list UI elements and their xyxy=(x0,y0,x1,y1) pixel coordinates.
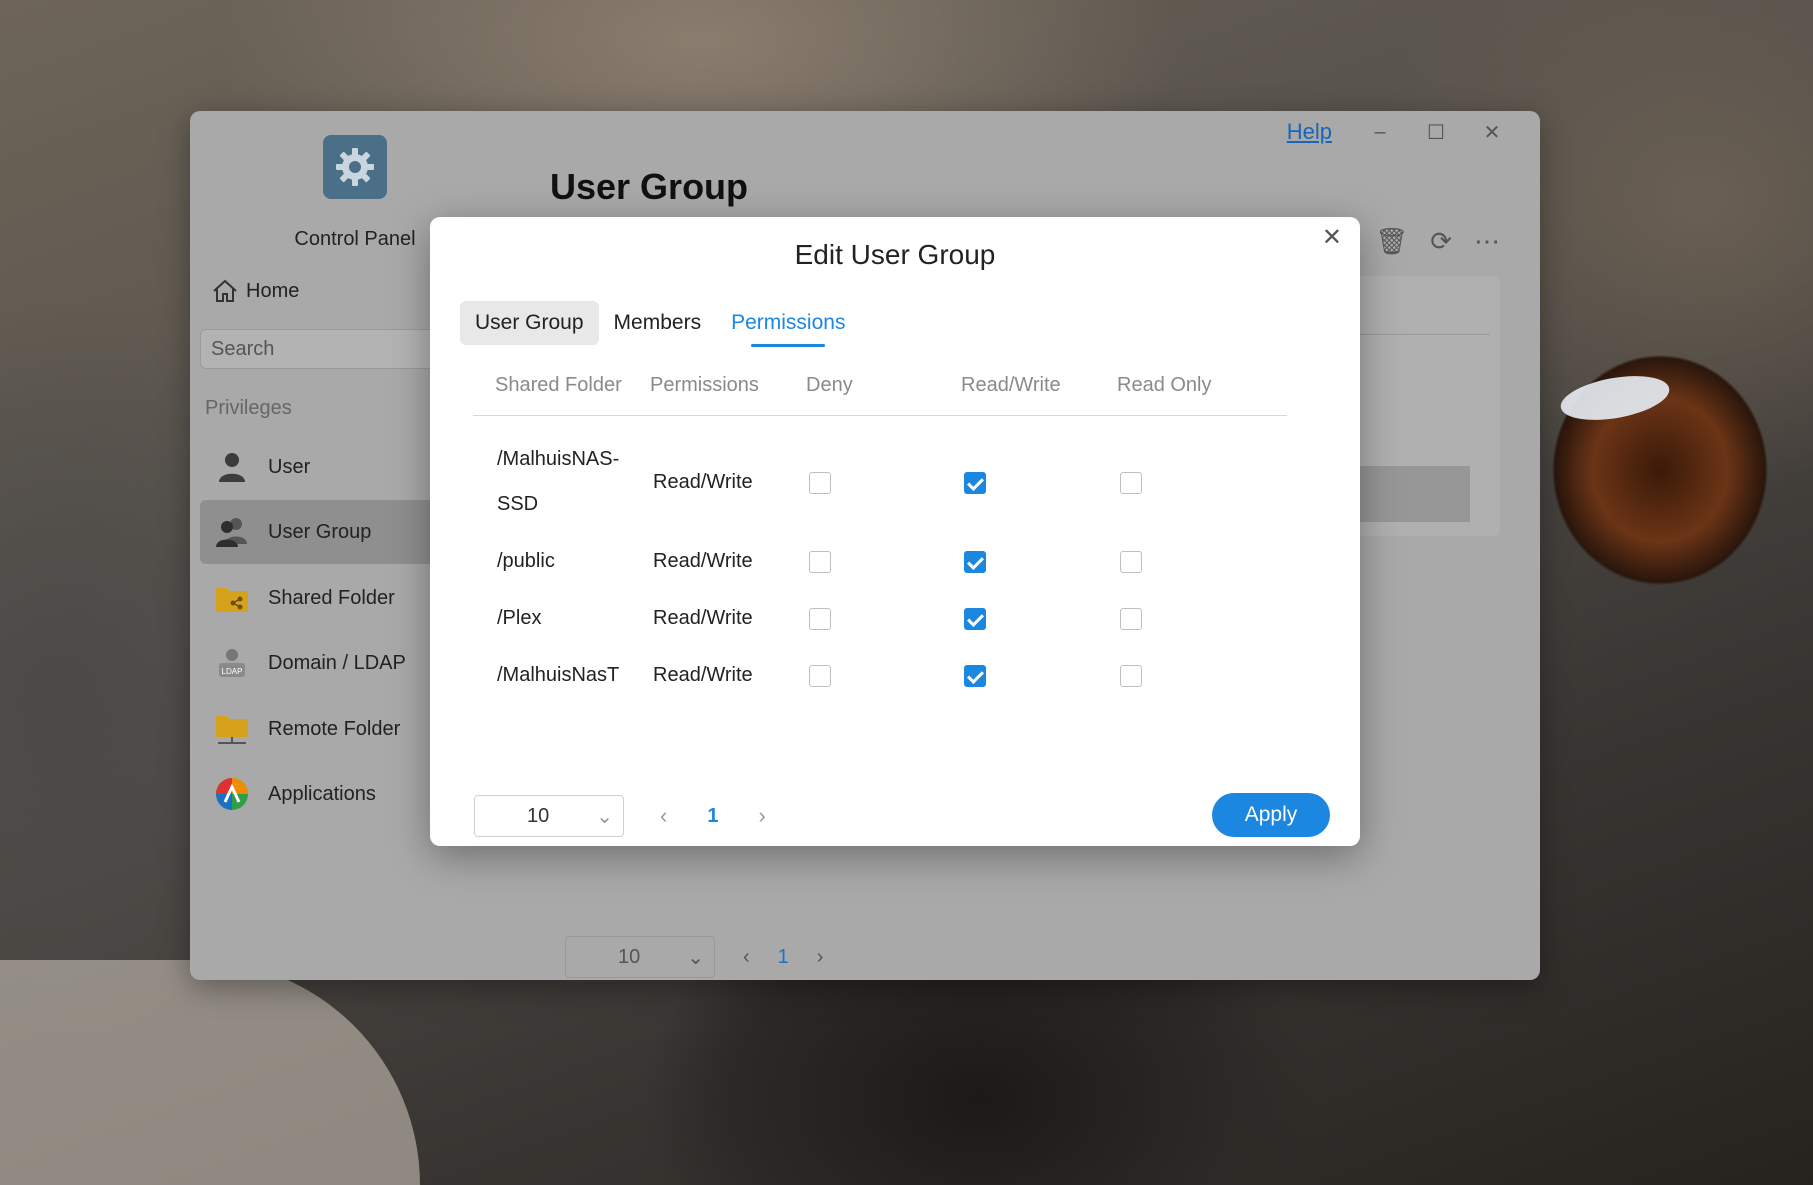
apply-button[interactable]: Apply xyxy=(1212,793,1330,837)
column-header-shared-folder: Shared Folder xyxy=(495,374,622,396)
chevron-down-icon: ⌄ xyxy=(687,946,704,969)
dialog-close-icon[interactable]: ✕ xyxy=(1322,223,1342,252)
prev-page-icon[interactable]: ‹ xyxy=(660,803,667,829)
user-icon xyxy=(212,451,252,483)
sidebar-item-shared-folder[interactable]: Shared Folder xyxy=(200,566,440,630)
table-cell-permission: Read/Write xyxy=(653,664,753,686)
background-pager: 10 ⌄ ‹ 1 › xyxy=(565,936,823,978)
chevron-down-icon: ⌄ xyxy=(596,805,613,828)
tab-members[interactable]: Members xyxy=(599,301,717,345)
sidebar-item-user[interactable]: User xyxy=(200,435,440,499)
wallpaper-fur xyxy=(0,960,420,1185)
sidebar-item-applications[interactable]: Applications xyxy=(200,762,440,826)
more-icon[interactable]: ⋯ xyxy=(1474,226,1500,257)
background-page-size-select[interactable]: 10 ⌄ xyxy=(565,936,715,978)
edit-user-group-dialog: Edit User Group ✕ User Group Members Per… xyxy=(430,217,1360,846)
column-header-read-write: Read/Write xyxy=(961,374,1061,396)
table-cell-folder: /MalhuisNAS- xyxy=(497,448,620,470)
dialog-pager: 10 ⌄ ‹ 1 › xyxy=(474,795,766,837)
deny-checkbox[interactable] xyxy=(809,665,831,687)
deny-checkbox[interactable] xyxy=(809,551,831,573)
page-size-select[interactable]: 10 ⌄ xyxy=(474,795,624,837)
minimize-button[interactable]: – xyxy=(1352,121,1408,144)
read-only-checkbox[interactable] xyxy=(1120,665,1142,687)
deny-checkbox[interactable] xyxy=(809,472,831,494)
background-current-page[interactable]: 1 xyxy=(778,946,789,969)
applications-icon xyxy=(212,778,252,810)
remote-folder-icon xyxy=(212,713,252,745)
user-group-icon xyxy=(212,516,252,548)
maximize-button[interactable]: ☐ xyxy=(1408,120,1464,145)
tab-permissions[interactable]: Permissions xyxy=(716,301,860,347)
sidebar-item-label: Domain / LDAP xyxy=(268,651,406,674)
window-controls: Help – ☐ ✕ xyxy=(1287,119,1520,145)
svg-text:LDAP: LDAP xyxy=(222,667,243,676)
background-next-page-icon[interactable]: › xyxy=(817,946,824,969)
table-cell-folder-continued: SSD xyxy=(497,493,539,515)
home-icon xyxy=(213,279,237,302)
table-cell-permission: Read/Write xyxy=(653,471,753,493)
sidebar-item-domain-ldap[interactable]: LDAP Domain / LDAP xyxy=(200,631,440,695)
read-only-checkbox[interactable] xyxy=(1120,472,1142,494)
delete-icon[interactable]: 🗑 xyxy=(1375,226,1408,257)
deny-checkbox[interactable] xyxy=(809,608,831,630)
background-toolbar: 🗑 ⟳ ⋯ xyxy=(1375,226,1500,257)
column-header-deny: Deny xyxy=(806,374,853,396)
wallpaper-eye-highlight xyxy=(1557,368,1673,428)
sidebar-item-label: Shared Folder xyxy=(268,586,395,609)
sidebar-item-remote-folder[interactable]: Remote Folder xyxy=(200,697,440,761)
table-cell-permission: Read/Write xyxy=(653,607,753,629)
background-prev-page-icon[interactable]: ‹ xyxy=(743,946,750,969)
refresh-icon[interactable]: ⟳ xyxy=(1430,226,1452,257)
column-header-read-only: Read Only xyxy=(1117,374,1212,396)
read-write-checkbox[interactable] xyxy=(964,665,986,687)
table-header-divider xyxy=(473,415,1287,416)
table-cell-folder: /MalhuisNasT xyxy=(497,664,620,686)
table-cell-folder: /Plex xyxy=(497,607,542,629)
table-cell-permission: Read/Write xyxy=(653,550,753,572)
read-only-checkbox[interactable] xyxy=(1120,608,1142,630)
sidebar-item-user-group[interactable]: User Group xyxy=(200,500,440,564)
read-write-checkbox[interactable] xyxy=(964,608,986,630)
shared-folder-icon xyxy=(212,582,252,614)
sidebar-item-label: Applications xyxy=(268,782,376,805)
current-page[interactable]: 1 xyxy=(707,805,718,828)
control-panel-gear-icon xyxy=(323,135,387,199)
tab-user-group[interactable]: User Group xyxy=(460,301,599,345)
sidebar-item-label: User Group xyxy=(268,520,372,543)
sidebar-search-input[interactable]: Search xyxy=(200,329,440,369)
help-link[interactable]: Help xyxy=(1287,119,1332,145)
ldap-icon: LDAP xyxy=(212,647,252,679)
column-header-permissions: Permissions xyxy=(650,374,759,396)
page-size-value: 10 xyxy=(527,804,550,827)
read-write-checkbox[interactable] xyxy=(964,472,986,494)
window-close-button[interactable]: ✕ xyxy=(1464,120,1520,145)
table-cell-folder: /public xyxy=(497,550,555,572)
read-write-checkbox[interactable] xyxy=(964,551,986,573)
page-title: User Group xyxy=(550,166,749,207)
background-page-size-value: 10 xyxy=(618,945,641,968)
sidebar-home[interactable]: Home xyxy=(212,279,299,303)
sidebar-item-label: User xyxy=(268,455,311,478)
next-page-icon[interactable]: › xyxy=(758,803,765,829)
sidebar-item-label: Remote Folder xyxy=(268,717,401,740)
dialog-tabs: User Group Members Permissions xyxy=(460,301,860,347)
sidebar-home-label: Home xyxy=(246,279,300,302)
read-only-checkbox[interactable] xyxy=(1120,551,1142,573)
sidebar-section-privileges: Privileges xyxy=(205,397,292,419)
dialog-title: Edit User Group xyxy=(794,239,996,270)
